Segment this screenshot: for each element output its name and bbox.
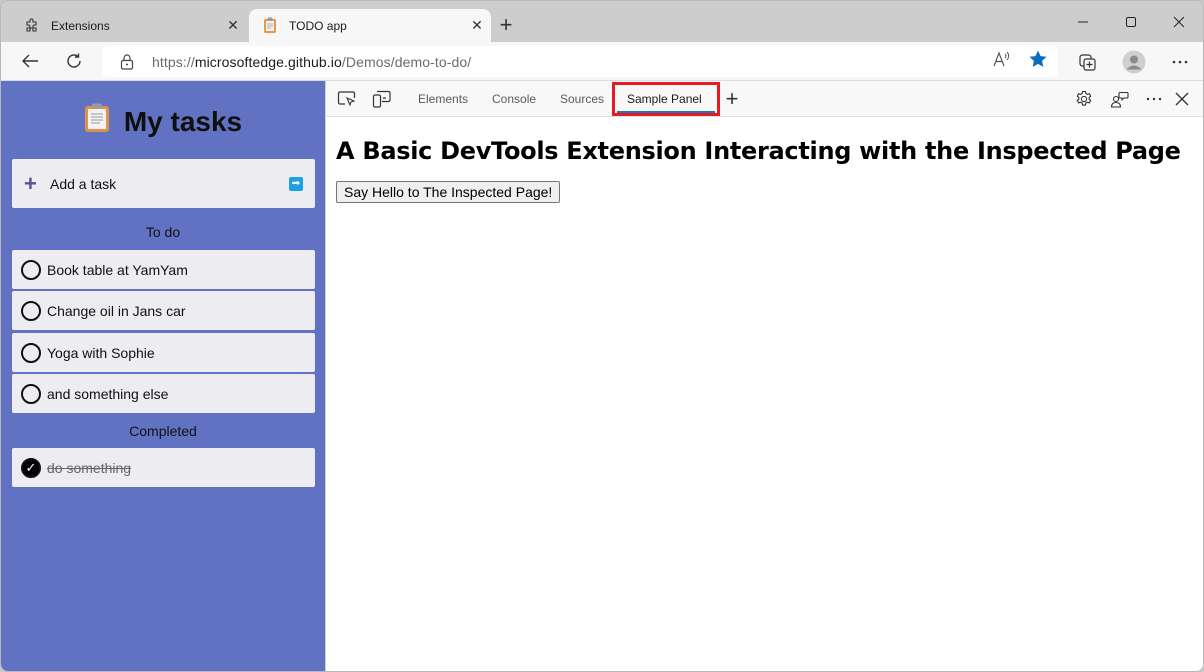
task-text: Change oil in Jans car xyxy=(47,302,186,319)
browser-window: Extensions ✕ TODO app ✕ + https://micros… xyxy=(0,0,1204,672)
task-item[interactable]: Change oil in Jans car xyxy=(12,291,315,330)
todo-app: My tasks + Add a task ➡ To do Book table… xyxy=(1,81,325,671)
close-devtools-button[interactable] xyxy=(1172,89,1192,109)
browser-toolbar: https://microsoftedge.github.io/Demos/de… xyxy=(1,42,1203,81)
task-text: Book table at YamYam xyxy=(47,261,188,278)
tab-elements[interactable]: Elements xyxy=(418,81,468,117)
url-scheme: https:// xyxy=(152,53,195,70)
collections-icon xyxy=(1079,53,1096,71)
close-icon xyxy=(1173,16,1185,27)
back-arrow-icon xyxy=(22,54,38,68)
avatar-icon xyxy=(1122,50,1146,73)
inspect-element-button[interactable] xyxy=(337,89,357,109)
address-bar-actions xyxy=(992,46,1048,77)
favorite-star-icon[interactable] xyxy=(1028,49,1048,74)
sample-panel-content: A Basic DevTools Extension Interacting w… xyxy=(336,137,1181,203)
url-path: /Demos/demo-to-do/ xyxy=(341,53,472,70)
tab-title: Extensions xyxy=(51,18,110,33)
inspect-icon xyxy=(337,91,356,107)
todo-section-label: To do xyxy=(145,224,181,240)
task-item[interactable]: Yoga with Sophie xyxy=(12,333,315,372)
panel-heading: A Basic DevTools Extension Interacting w… xyxy=(336,137,1181,165)
plus-icon: + xyxy=(24,170,37,196)
collections-button[interactable] xyxy=(1065,42,1111,81)
tab-todo-app[interactable]: TODO app ✕ xyxy=(249,9,491,42)
more-dots-icon xyxy=(1172,60,1188,63)
url-text[interactable]: https://microsoftedge.github.io/Demos/de… xyxy=(152,54,471,70)
maximize-icon xyxy=(1126,16,1136,27)
task-text: Yoga with Sophie xyxy=(47,344,155,361)
minimize-button[interactable] xyxy=(1059,1,1107,42)
back-button[interactable] xyxy=(15,47,45,75)
device-icon xyxy=(372,90,391,108)
tab-strip: Extensions ✕ TODO app ✕ + xyxy=(1,1,1203,42)
window-controls xyxy=(1059,1,1203,42)
url-host: microsoftedge.github.io xyxy=(194,53,342,70)
read-aloud-icon[interactable] xyxy=(992,50,1012,73)
todo-title-text: My tasks xyxy=(123,105,243,137)
lock-icon[interactable] xyxy=(120,53,136,70)
close-window-button[interactable] xyxy=(1155,1,1203,42)
more-tabs-button[interactable]: + xyxy=(722,86,742,111)
tab-console[interactable]: Console xyxy=(492,81,536,117)
clipboard-icon xyxy=(261,17,279,35)
close-tab-icon[interactable]: ✕ xyxy=(463,17,491,34)
say-hello-button[interactable]: Say Hello to The Inspected Page! xyxy=(336,181,561,203)
clipboard-icon xyxy=(84,103,110,140)
gear-icon xyxy=(1076,90,1092,106)
devtools-pane: Elements Console Sources Sample Panel + xyxy=(325,81,1203,671)
close-tab-icon[interactable]: ✕ xyxy=(219,17,247,34)
device-emulation-button[interactable] xyxy=(372,89,392,109)
page-title: My tasks xyxy=(1,103,325,140)
devtools-settings-button[interactable] xyxy=(1074,89,1094,109)
task-text: and something else xyxy=(47,385,169,402)
page-content: My tasks + Add a task ➡ To do Book table… xyxy=(1,81,1203,671)
maximize-button[interactable] xyxy=(1107,1,1155,42)
refresh-icon xyxy=(67,53,81,68)
completed-section-label: Completed xyxy=(129,423,197,439)
task-item[interactable]: Book table at YamYam xyxy=(12,250,315,289)
task-text: do something xyxy=(47,459,132,476)
tab-sources[interactable]: Sources xyxy=(560,81,604,117)
feedback-button[interactable] xyxy=(1110,89,1130,109)
address-bar[interactable]: https://microsoftedge.github.io/Demos/de… xyxy=(102,46,1058,77)
unchecked-circle-icon[interactable] xyxy=(21,259,41,280)
unchecked-circle-icon[interactable] xyxy=(21,383,41,404)
add-task-input[interactable]: + Add a task ➡ xyxy=(12,159,315,208)
unchecked-circle-icon[interactable] xyxy=(21,342,41,363)
refresh-button[interactable] xyxy=(59,47,89,75)
toolbar-right xyxy=(1065,42,1203,81)
unchecked-circle-icon[interactable] xyxy=(21,300,41,321)
profile-button[interactable] xyxy=(1111,42,1157,81)
add-task-placeholder: Add a task xyxy=(50,175,117,192)
devtools-more-button[interactable] xyxy=(1144,89,1164,109)
more-dots-icon xyxy=(1146,97,1162,101)
close-icon xyxy=(1175,92,1189,106)
settings-more-button[interactable] xyxy=(1157,42,1203,81)
completed-task-item[interactable]: ✓ do something xyxy=(12,448,315,487)
new-tab-button[interactable]: + xyxy=(493,12,519,38)
tab-title: TODO app xyxy=(289,18,347,33)
extensions-puzzle-icon xyxy=(23,17,41,35)
feedback-icon xyxy=(1110,91,1129,108)
submit-arrow-icon[interactable]: ➡ xyxy=(289,176,303,191)
devtools-toolbar: Elements Console Sources Sample Panel + xyxy=(326,81,1203,117)
minimize-icon xyxy=(1078,21,1088,22)
checked-circle-icon[interactable]: ✓ xyxy=(21,457,41,478)
highlight-box xyxy=(612,82,720,116)
task-item[interactable]: and something else xyxy=(12,374,315,413)
tab-extensions[interactable]: Extensions ✕ xyxy=(7,9,247,42)
